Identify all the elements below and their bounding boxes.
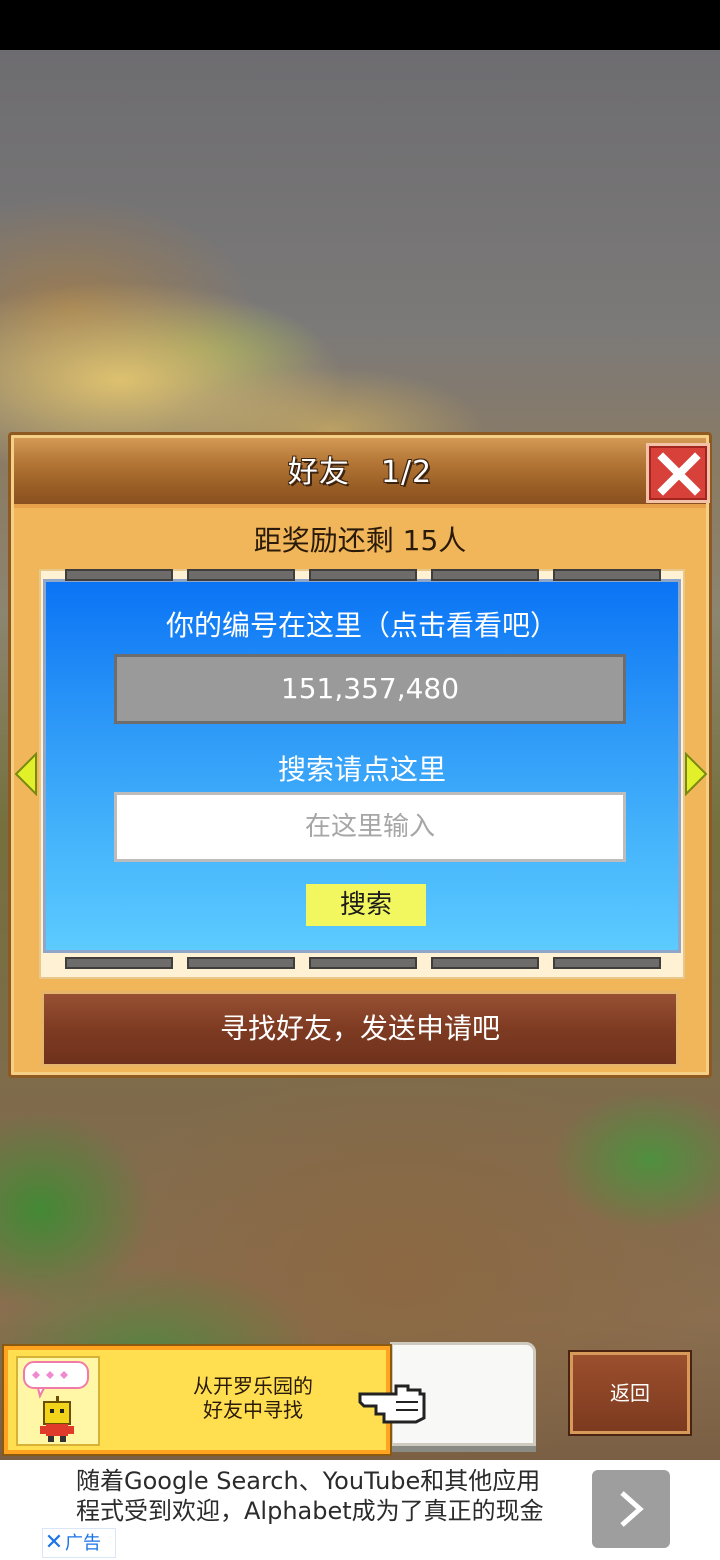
ad-open-button[interactable] xyxy=(592,1470,670,1548)
previous-page-arrow-icon[interactable] xyxy=(14,752,38,796)
close-button[interactable] xyxy=(646,443,710,503)
card-binding-top xyxy=(65,569,661,581)
search-button[interactable]: 搜索 xyxy=(306,884,426,926)
hint-line-1: 从开罗乐园的 xyxy=(193,1374,313,1398)
status-bar xyxy=(0,0,720,50)
ad-label: 广告 xyxy=(65,1533,101,1554)
hint-banner[interactable]: 从开罗乐园的 好友中寻找 xyxy=(4,1346,390,1454)
card-binding-bottom xyxy=(65,957,661,969)
close-icon xyxy=(657,452,701,496)
friend-search-input[interactable] xyxy=(114,792,626,862)
player-id-caption[interactable]: 你的编号在这里（点击看看吧） xyxy=(46,604,678,644)
dialog-title: 好友 1/2 xyxy=(287,455,433,490)
hint-text: 从开罗乐园的 好友中寻找 xyxy=(148,1374,358,1422)
ad-close-icon[interactable]: ✕ xyxy=(43,1529,65,1557)
next-page-arrow-icon[interactable] xyxy=(684,752,708,796)
friends-dialog: 好友 1/2 距奖励还剩 15人 你的编号在这里（点击看看吧） 151,357,… xyxy=(8,432,712,1078)
hint-line-2: 好友中寻找 xyxy=(203,1398,303,1422)
find-friends-button[interactable]: 寻找好友，发送申请吧 xyxy=(41,991,679,1067)
id-card: 你的编号在这里（点击看看吧） 151,357,480 搜索请点这里 搜索 xyxy=(43,579,681,953)
ad-line-2: 程式受到欢迎，Alphabet成为了真正的现金 xyxy=(76,1497,544,1525)
mascot-icon xyxy=(23,1361,89,1442)
pointing-hand-icon xyxy=(358,1384,426,1424)
dialog-header: 好友 1/2 xyxy=(14,438,710,508)
search-caption: 搜索请点这里 xyxy=(277,753,446,786)
ad-text[interactable]: 随着Google Search、YouTube和其他应用 程式受到欢迎，Alph… xyxy=(76,1466,586,1526)
ad-banner[interactable]: 随着Google Search、YouTube和其他应用 程式受到欢迎，Alph… xyxy=(0,1460,720,1560)
chevron-right-icon xyxy=(620,1491,644,1527)
ad-badge[interactable]: ✕广告 xyxy=(42,1528,116,1558)
id-card-frame: 你的编号在这里（点击看看吧） 151,357,480 搜索请点这里 搜索 xyxy=(39,569,685,979)
reward-remaining-text: 距奖励还剩 15人 xyxy=(253,524,467,557)
return-button[interactable]: 返回 xyxy=(570,1352,690,1434)
kairo-mascot-avatar xyxy=(16,1356,100,1446)
ad-line-1: 随着Google Search、YouTube和其他应用 xyxy=(76,1467,541,1495)
player-id-display[interactable]: 151,357,480 xyxy=(114,654,626,724)
